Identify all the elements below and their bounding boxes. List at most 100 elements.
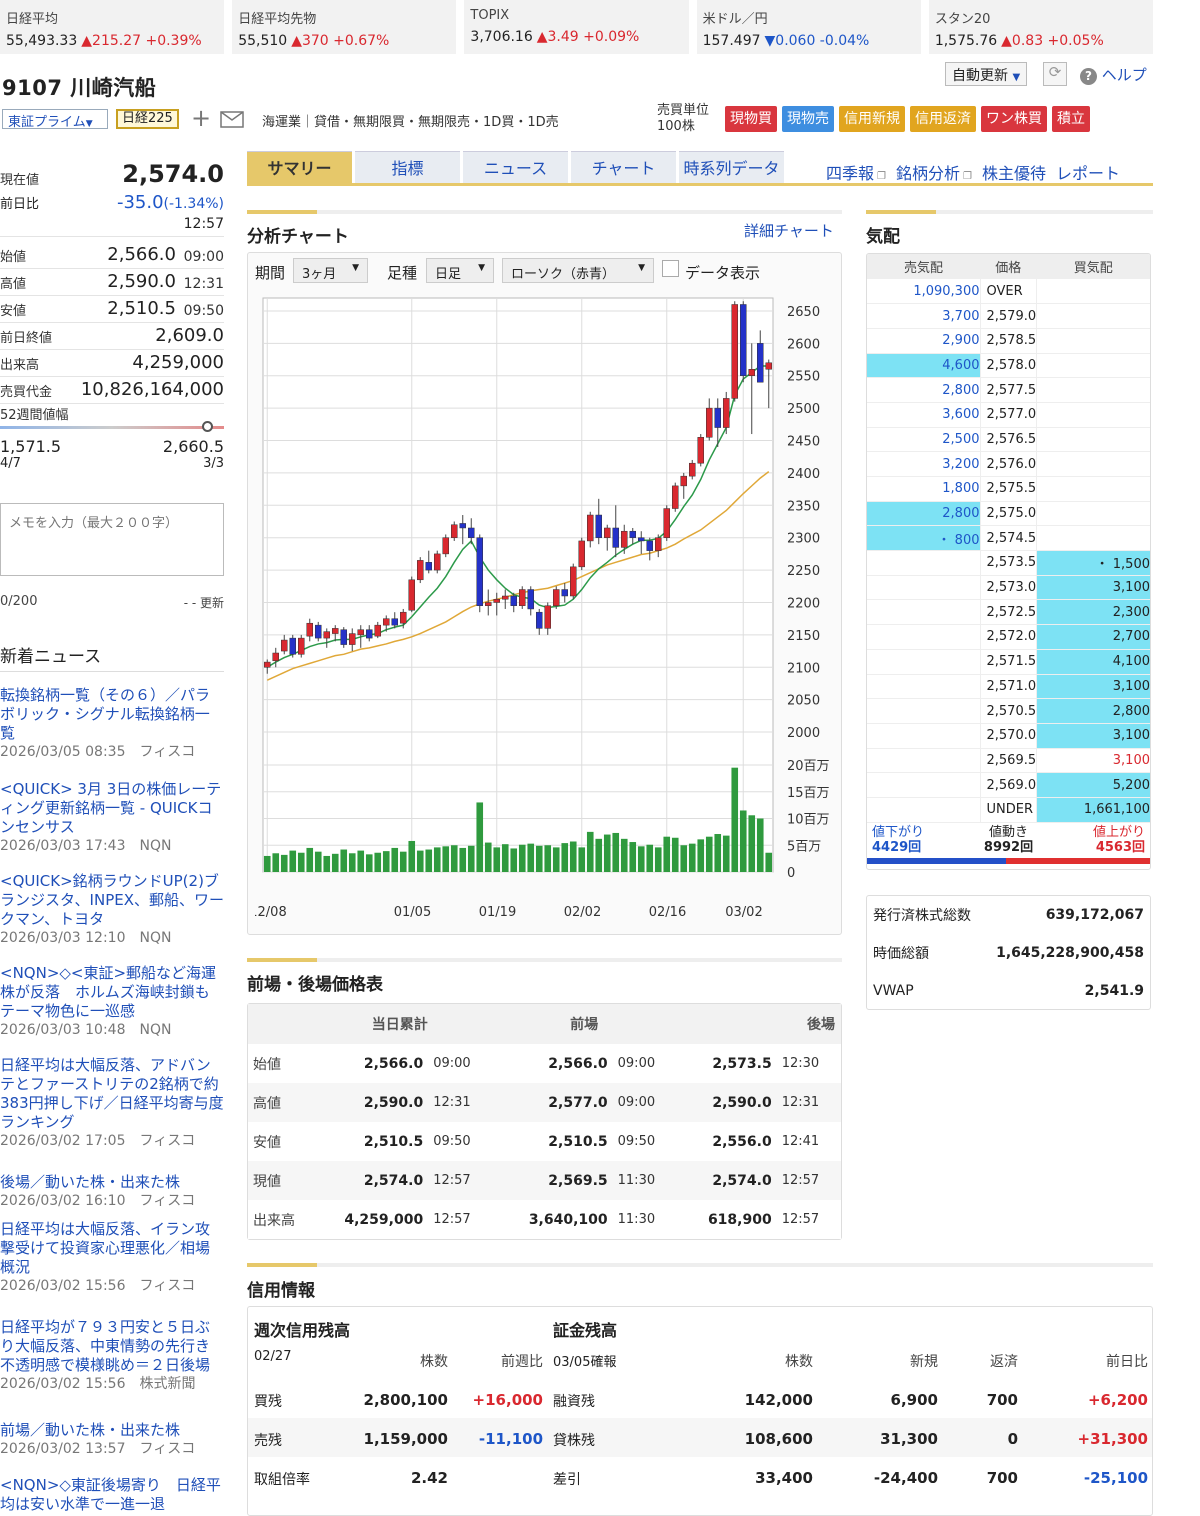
volume-bar [714,834,722,872]
candle [595,514,602,538]
news-date: 2026/03/02 15:56 フィスコ [0,1278,196,1294]
margin-label: 融資残 [553,1394,595,1410]
volume-bar [756,818,764,872]
price-change: 前日比 -35.0(-1.34%) [0,190,224,214]
chart-section-bar [247,210,842,214]
news-headline-link[interactable]: <NQN>◇<東証>郵船など海運株が反落 ホルムズ海峡封鎖もテーマ物色に一巡感 [0,964,224,1021]
stat-value: 639,172,067 [1045,907,1144,923]
candle [757,343,764,383]
candle [281,639,288,652]
memo-input[interactable] [0,503,224,576]
tab-link[interactable]: 四季報 ❐ [826,160,886,184]
period-select[interactable]: 3ヶ月 ▼ [293,258,368,283]
ask-qty: 3,600 [867,402,980,428]
tab-link[interactable]: 銘柄分析 ❐ [896,160,972,184]
session-label: 出来高 [253,1212,295,1229]
news-headline-link[interactable]: 日経平均は大幅反落、アドバンテとファーストリテの2銘柄で約383円押し下げ／日経… [0,1056,224,1132]
chart-type-select[interactable]: ローソク（赤青） ▼ [502,258,654,283]
stat-row: 発行済株式総数 639,172,067 [867,896,1150,934]
candle [391,618,398,626]
news-headline-link[interactable]: 前場／動いた株・出来た株 [0,1421,224,1440]
kehai-header: 売気配 価格 買気配 [867,254,1150,279]
kehai-row: 2,571.0 3,100 [867,674,1150,700]
volume-bar [493,847,501,872]
memo-update-button[interactable]: - - 更新 [160,594,224,611]
kehai-price: 2,573.5 [979,550,1038,576]
trade-button[interactable]: 現物売 [782,106,834,132]
tab-link[interactable]: 株主優待 [982,160,1046,184]
trade-button[interactable]: 信用新規 [839,106,905,132]
volume-bar [552,847,560,872]
kehai-price: 2,578.5 [979,328,1038,354]
ticker-value-row: 55,493.33 ▲215.27 +0.39% [6,33,218,49]
margin-value: +6,200 [1087,1391,1148,1409]
volume-bar [518,844,526,872]
tab-2[interactable]: ニュース [463,151,568,185]
news-headline-link[interactable]: 転換銘柄一覧（その６）／パラボリック・シグナル転換銘柄一覧 [0,686,224,743]
ticker-item[interactable]: 米ドル／円 157.497 ▼0.060 -0.04% [696,0,921,54]
candle [612,527,619,548]
news-date: 2026/03/03 10:48 NQN [0,1022,172,1038]
session-time: 12:30 [781,1056,820,1071]
tab-3[interactable]: チャート [571,151,676,185]
down-value: 4429回 [872,839,922,855]
candle [689,462,696,477]
ask-qty: 3,200 [867,451,980,477]
ticker-change: ▲3.49 +0.09% [536,29,640,45]
ask-qty: 2,500 [867,427,980,453]
auto-update-select[interactable]: 自動更新 ▼ [945,62,1028,86]
kehai-price: 2,572.0 [979,624,1038,650]
trade-button[interactable]: 信用返済 [910,106,976,132]
news-headline-link[interactable]: 後場／動いた株・出来た株 [0,1173,224,1192]
chevron-down-icon: ▼ [1012,72,1021,83]
refresh-icon[interactable]: ⟳ [1043,62,1067,86]
trade-button[interactable]: ワン株買 [981,106,1047,132]
data-display-checkbox[interactable] [662,260,679,277]
trade-button[interactable]: 現物買 [725,106,777,132]
ticker-item[interactable]: 日経平均先物 55,510 ▲370 +0.67% [232,0,457,54]
news-headline-link[interactable]: 日経平均は大幅反落、イラン攻撃受けて投資家心理悪化／相場概況 [0,1220,224,1277]
down-label: 値下がり [872,824,925,840]
volume-bar [722,835,730,872]
tab-4[interactable]: 時系列データ [679,151,784,185]
tab-link-label: 四季報 [826,164,875,183]
mail-icon[interactable] [220,111,244,132]
add-icon[interactable]: + [191,104,211,132]
candle [425,562,432,571]
order-book: 売気配 価格 買気配 1,090,300 OVER 3,700 2,579.0 2,900 2,… [866,253,1151,870]
x-tick-label: 03/02 [725,905,762,920]
news-headline-link[interactable]: <NQN>◇東証後場寄り 日経平均は安い水準で一進一退 [0,1476,224,1514]
detail-chart-link[interactable]: 詳細チャート [744,220,834,241]
session-value: 2,569.5 [548,1172,608,1189]
news-headline-link[interactable]: <QUICK>銘柄ラウンドUP(2)ブランジスタ、INPEX、郵船、ワークマン、… [0,872,224,929]
tab-0[interactable]: サマリー [247,151,352,185]
industry: 海運業 [262,115,302,130]
volume-bar [297,852,305,872]
help-link[interactable]: ? ヘルプ [1080,64,1147,85]
tab-1[interactable]: 指標 [355,151,460,185]
news-headline-link[interactable]: <QUICK> 3月 3日の株価レーティング更新銘柄一覧 - QUICKコンセン… [0,780,224,837]
ticker-item[interactable]: スタン20 1,575.76 ▲0.83 +0.05% [928,0,1154,54]
kehai-price: 2,574.5 [979,525,1038,552]
margin-value: 0 [1007,1430,1018,1448]
tab-link[interactable]: レポート [1056,160,1120,184]
y-tick-label: 2600 [787,337,820,352]
news-headline-link[interactable]: 日経平均が７９３円安と５日ぶり大幅反落、中東情勢の先行き不透明感で模様眺め＝２日… [0,1318,224,1375]
foot-select[interactable]: 日足 ▼ [426,258,494,283]
weekly-head: 株数 [420,1354,448,1370]
volume-bar [289,850,297,872]
kehai-row: 2,500 2,576.5 [867,427,1150,453]
ticker-name: TOPIX [470,8,510,23]
ticker-item[interactable]: TOPIX 3,706.16 ▲3.49 +0.09% [464,0,689,54]
credit-title: 信用情報 [247,1281,315,1301]
session-time: 11:30 [617,1173,656,1188]
market-select[interactable]: 東証プライム▼ [2,109,108,130]
ticker-name: 米ドル／円 [702,12,768,27]
kehai-price: 2,576.0 [979,451,1038,477]
kehai-row: 2,571.5 4,100 [867,649,1150,675]
kehai-row: ・ 800 2,574.5 [867,525,1150,552]
session-value: 2,510.5 [548,1133,608,1150]
kehai-row: 2,800 2,577.5 [867,377,1150,403]
trade-button[interactable]: 積立 [1052,106,1090,132]
ticker-item[interactable]: 日経平均 55,493.33 ▲215.27 +0.39% [0,0,225,54]
